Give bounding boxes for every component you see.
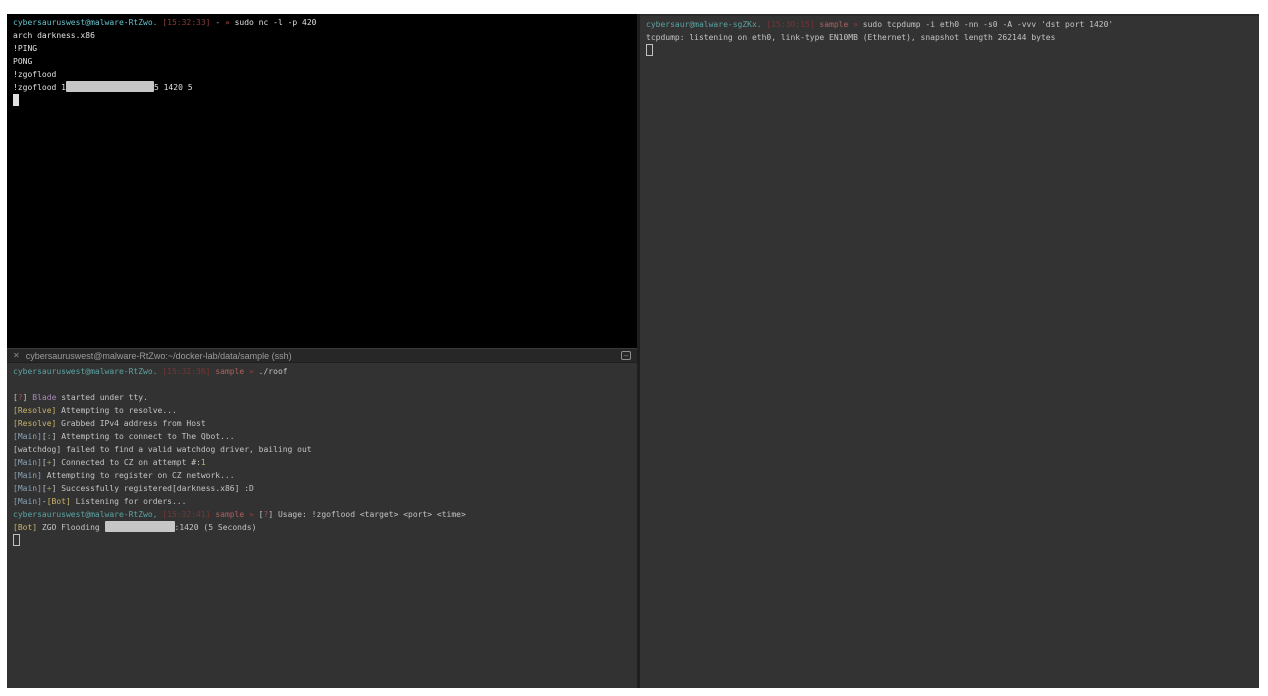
terminal-text-segment: Attempting to register on CZ network... [42,471,235,480]
terminal-text-segment: [Main] [13,458,42,467]
terminal-line: !zgoflood 1 5 1420 5 [13,81,631,94]
terminal-line: [Resolve] Attempting to resolve... [13,404,631,417]
terminal-line: [watchdog] failed to find a valid watchd… [13,443,631,456]
terminal-text-segment: » [225,18,235,27]
terminal-text-segment: Grabbed IPv4 address from Host [56,419,205,428]
terminal-text-segment: » [853,20,863,29]
pane-tcpdump-terminal[interactable]: cybersaur@malware-sgZKx. [15:30:15] samp… [640,14,1259,688]
terminal-line: PONG [13,55,631,68]
terminal-text-segment: ] [23,393,33,402]
terminal-text-segment: Blade [32,393,56,402]
terminal-line: [Main][:] Attempting to connect to The Q… [13,430,631,443]
terminal-line: [Bot] ZGO Flooding :1420 (5 Seconds) [13,521,631,534]
terminal-text-segment: tcpdump: listening on eth0, link-type EN… [646,33,1055,42]
terminal-line [13,378,631,391]
terminal-line: [?] Blade started under tty. [13,391,631,404]
terminal-text-segment: [Bot] [13,523,37,532]
terminal-text-segment: [Main] [13,484,42,493]
session-title: cybersauruswest@malware-RtZwo:~/docker-l… [26,351,292,361]
terminal-text-segment: Usage: !zgoflood <target> <port> <time> [278,510,466,519]
terminal-text-segment: sample [211,510,250,519]
terminal-line: cybersauruswest@malware-RtZwo. [15:32:33… [13,16,631,29]
terminal-text-segment: Connected to CZ on attempt #: [56,458,201,467]
minimize-session-icon[interactable]: – [621,351,631,360]
close-session-icon[interactable]: ✕ [13,351,20,360]
terminal-text-segment: sample [211,367,250,376]
terminal-text-segment: [15:32:36] [162,367,210,376]
terminal-text-segment: [Resolve] [13,419,56,428]
terminal-text-segment: cybersauruswest@malware-RtZwo. [13,18,158,27]
terminal-text-segment: !PING [13,44,37,53]
redaction-block [66,81,154,92]
terminal-cursor [646,44,653,56]
pane-nc-listener-terminal[interactable]: cybersauruswest@malware-RtZwo. [15:32:33… [7,14,637,348]
terminal-text-segment: !zgoflood 1 [13,83,66,92]
terminal-cursor [13,94,19,106]
terminal-text-segment: [Main] [13,497,42,506]
terminal-text-segment: sudo tcpdump -i eth0 -nn -s0 -A -vvv 'ds… [863,20,1113,29]
terminal-text-segment: [15:30:15] [766,20,814,29]
terminal-text-segment: - [211,18,225,27]
pane-bot-session-terminal[interactable]: cybersauruswest@malware-RtZwo. [15:32:36… [7,363,637,688]
terminal-line [13,534,631,547]
terminal-text-segment: arch darkness.x86 [13,31,95,40]
terminal-line: cybersauruswest@malware-RtZwo, [15:32:41… [13,508,631,521]
terminal-text-segment: Successfully registered[darkness.x86] :D [56,484,253,493]
terminal-text-segment: [watchdog] failed to find a valid watchd… [13,445,312,454]
terminal-text-segment: :1420 (5 Seconds) [175,523,257,532]
left-column: cybersauruswest@malware-RtZwo. [15:32:33… [7,14,637,688]
terminal-text-segment: sample [815,20,854,29]
terminal-text-segment: [15:32:41] [162,510,210,519]
session-titlebar: ✕ cybersauruswest@malware-RtZwo:~/docker… [7,348,637,363]
terminal-text-segment: Listening for orders... [71,497,187,506]
terminal-text-segment: [Resolve] [13,406,56,415]
terminal-text-segment: [Main] [13,432,42,441]
terminal-cursor [13,534,20,546]
terminal-line: [Main][+] Successfully registered[darkne… [13,482,631,495]
terminal-line: arch darkness.x86 [13,29,631,42]
terminal-text-segment: [15:32:33] [162,18,210,27]
terminal-text-segment: PONG [13,57,32,66]
terminal-text-segment: » [249,510,259,519]
terminal-text-segment: cybersaur@malware-sgZKx. [646,20,762,29]
terminal-line: tcpdump: listening on eth0, link-type EN… [646,31,1253,44]
terminal-line: [Main] Attempting to register on CZ netw… [13,469,631,482]
terminal-text-segment: sudo nc -l -p 420 [235,18,317,27]
terminal-text-segment: Attempting to connect to The Qbot... [56,432,234,441]
terminal-text-segment: » [249,367,259,376]
redaction-block [105,521,175,532]
terminal-line [646,44,1253,57]
desktop-background: { "palette": { "bright_host": "#66c2cd",… [0,0,1268,696]
terminal-text-segment: [Main] [13,471,42,480]
terminal-text-segment: ] [268,510,278,519]
terminal-line: cybersaur@malware-sgZKx. [15:30:15] samp… [646,18,1253,31]
terminal-text-segment: ./roof [259,367,288,376]
terminal-window: cybersauruswest@malware-RtZwo. [15:32:33… [7,14,1259,688]
terminal-text-segment: !zgoflood [13,70,56,79]
terminal-text-segment: Attempting to resolve... [56,406,176,415]
terminal-line: cybersauruswest@malware-RtZwo. [15:32:36… [13,365,631,378]
terminal-line: !zgoflood [13,68,631,81]
terminal-text-segment: cybersauruswest@malware-RtZwo. [13,367,158,376]
terminal-text-segment: ZGO Flooding [37,523,104,532]
terminal-text-segment: cybersauruswest@malware-RtZwo, [13,510,158,519]
terminal-line: !PING [13,42,631,55]
terminal-line: [Main]-[Bot] Listening for orders... [13,495,631,508]
terminal-line [13,94,631,107]
terminal-line: [Main][+] Connected to CZ on attempt #:1 [13,456,631,469]
terminal-text-segment: 1 [201,458,206,467]
terminal-text-segment: [Bot] [47,497,71,506]
terminal-text-segment: 5 1420 5 [154,83,193,92]
terminal-text-segment: started under tty. [56,393,148,402]
terminal-line: [Resolve] Grabbed IPv4 address from Host [13,417,631,430]
